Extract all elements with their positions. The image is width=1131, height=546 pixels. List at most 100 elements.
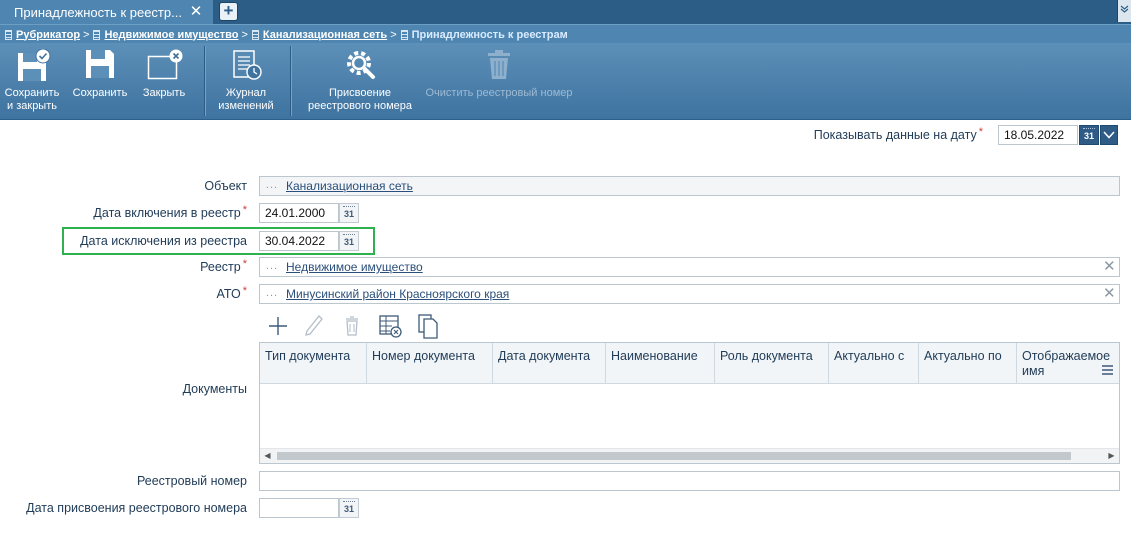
chevron-down-icon: [1120, 5, 1129, 13]
trash-icon: [488, 50, 510, 79]
calendar-icon[interactable]: 31: [339, 498, 359, 518]
column-header[interactable]: Наименование: [606, 343, 715, 384]
tab-list-menu-button[interactable]: [1117, 0, 1131, 22]
close-button[interactable]: Закрыть: [135, 43, 193, 120]
journal-label-line2: изменений: [218, 100, 274, 112]
registry-label-wrap: Реестр *: [200, 258, 247, 274]
grid-header: Тип документа Номер документа Дата докум…: [260, 343, 1119, 384]
documents-label: Документы: [182, 382, 247, 396]
tab-registry-membership[interactable]: Принадлежность к реестр... ✕: [0, 0, 214, 25]
column-header[interactable]: Отображаемое имя: [1017, 343, 1119, 384]
assign-label-line1: Присвоение: [329, 87, 391, 99]
save-label: Сохранить: [72, 87, 128, 99]
date-dropdown-button[interactable]: [1100, 125, 1118, 145]
column-menu-icon[interactable]: [1102, 365, 1113, 376]
close-window-icon: [147, 49, 183, 80]
breadcrumb-separator: >: [83, 28, 90, 41]
calendar-icon[interactable]: 31: [339, 231, 359, 251]
object-label: Объект: [204, 179, 247, 193]
breadcrumb: Рубрикатор > Недвижимое имущество > Кана…: [0, 24, 1131, 43]
save-button[interactable]: Сохранить: [70, 43, 130, 120]
date-in-label: Дата включения в реестр: [93, 206, 241, 220]
assign-label-line2: реестрового номера: [307, 100, 413, 112]
calendar-icon[interactable]: 31: [1079, 125, 1099, 145]
column-header[interactable]: Актуально по: [919, 343, 1017, 384]
column-header[interactable]: Дата документа: [493, 343, 606, 384]
breadcrumb-separator: >: [241, 28, 248, 41]
show-date-label: Показывать данные на дату: [813, 128, 977, 142]
reg-date-label: Дата присвоения реестрового номера: [26, 501, 247, 515]
tab-strip: Принадлежность к реестр... ✕ +: [0, 0, 1131, 25]
horizontal-scrollbar[interactable]: ◀ ▶: [260, 448, 1119, 463]
close-label: Закрыть: [142, 87, 186, 99]
registry-link[interactable]: Недвижимое имущество: [286, 260, 423, 274]
breadcrumb-item-real-estate[interactable]: Недвижимое имущество: [104, 29, 238, 41]
reg-date-input[interactable]: [259, 498, 339, 518]
calendar-icon[interactable]: 31: [339, 203, 359, 223]
save-and-close-button[interactable]: Сохранить и закрыть: [2, 43, 62, 120]
reg-number-label: Реестровый номер: [136, 474, 247, 488]
column-header[interactable]: Номер документа: [367, 343, 493, 384]
save-and-close-label-line2: и закрыть: [7, 100, 57, 112]
clear-icon[interactable]: ✕: [1103, 259, 1116, 275]
ato-label-wrap: АТО *: [216, 285, 247, 301]
scroll-thumb[interactable]: [277, 452, 1071, 460]
required-mark: *: [242, 258, 247, 270]
toolbar-divider: [204, 46, 205, 116]
gear-wrench-icon: [347, 51, 375, 79]
object-link[interactable]: Канализационная сеть: [286, 179, 413, 193]
ato-label: АТО: [216, 287, 241, 301]
object-field: ... Канализационная сеть: [259, 176, 1120, 196]
breadcrumb-item-sewer-network[interactable]: Канализационная сеть: [263, 29, 387, 41]
column-header[interactable]: Тип документа: [260, 343, 367, 384]
date-in-label-wrap: Дата включения в реестр *: [93, 204, 247, 220]
column-header[interactable]: Актуально с: [829, 343, 919, 384]
app-window: Принадлежность к реестр... ✕ + Рубрикато…: [0, 0, 1131, 546]
edit-pencil-icon[interactable]: [302, 313, 326, 339]
registry-label: Реестр: [200, 260, 241, 274]
list-icon: [93, 29, 101, 40]
required-mark: *: [242, 204, 247, 216]
copy-icon[interactable]: [416, 313, 440, 339]
close-icon[interactable]: ✕: [189, 0, 203, 25]
change-journal-button[interactable]: Журнал изменений: [214, 43, 278, 120]
table-settings-icon[interactable]: [378, 313, 402, 339]
chevron-down-icon: [1103, 131, 1115, 139]
object-select-button[interactable]: ...: [262, 179, 282, 193]
column-header[interactable]: Роль документа: [715, 343, 829, 384]
save-and-close-label-line1: Сохранить: [4, 87, 60, 99]
registry-field: ... Недвижимое имущество ✕: [259, 257, 1120, 277]
floppy-disk-icon: [86, 50, 114, 78]
add-icon[interactable]: [266, 313, 290, 339]
clear-icon[interactable]: ✕: [1103, 286, 1116, 302]
journal-label-line1: Журнал: [225, 87, 267, 99]
ato-select-button[interactable]: ...: [262, 287, 282, 301]
breadcrumb-item-rubricator[interactable]: Рубрикатор: [16, 29, 80, 41]
show-date-label-wrap: Показывать данные на дату *: [813, 126, 983, 142]
journal-icon: [233, 50, 262, 80]
list-icon: [5, 29, 12, 40]
add-tab-button[interactable]: +: [219, 2, 238, 21]
assign-registry-number-button[interactable]: Присвоение реестрового номера: [305, 43, 415, 120]
scroll-right-arrow[interactable]: ▶: [1104, 449, 1119, 463]
scroll-left-arrow[interactable]: ◀: [260, 449, 275, 463]
show-date-input[interactable]: 18.05.2022: [998, 125, 1078, 145]
toolbar: Сохранить и закрыть Сохранить Закрыть Жу…: [0, 43, 1131, 120]
toolbar-divider: [290, 46, 291, 116]
clear-registry-number-button[interactable]: Очистить реестровый номер: [424, 43, 574, 120]
registry-select-button[interactable]: ...: [262, 260, 282, 274]
required-mark: *: [242, 285, 247, 297]
documents-grid: Тип документа Номер документа Дата докум…: [259, 342, 1120, 464]
ato-field: ... Минусинский район Красноярского края…: [259, 284, 1120, 304]
trash-icon[interactable]: [340, 313, 364, 339]
date-in-input[interactable]: 24.01.2000: [259, 203, 339, 223]
breadcrumb-current: Принадлежность к реестрам: [411, 28, 568, 41]
reg-number-input[interactable]: [259, 471, 1120, 491]
list-icon: [400, 29, 408, 40]
tab-title: Принадлежность к реестр...: [14, 5, 182, 20]
breadcrumb-separator: >: [390, 28, 397, 41]
clear-registry-number-label: Очистить реестровый номер: [425, 87, 573, 99]
ato-link[interactable]: Минусинский район Красноярского края: [286, 287, 509, 301]
required-mark: *: [978, 126, 983, 138]
date-out-input[interactable]: 30.04.2022: [259, 231, 339, 251]
